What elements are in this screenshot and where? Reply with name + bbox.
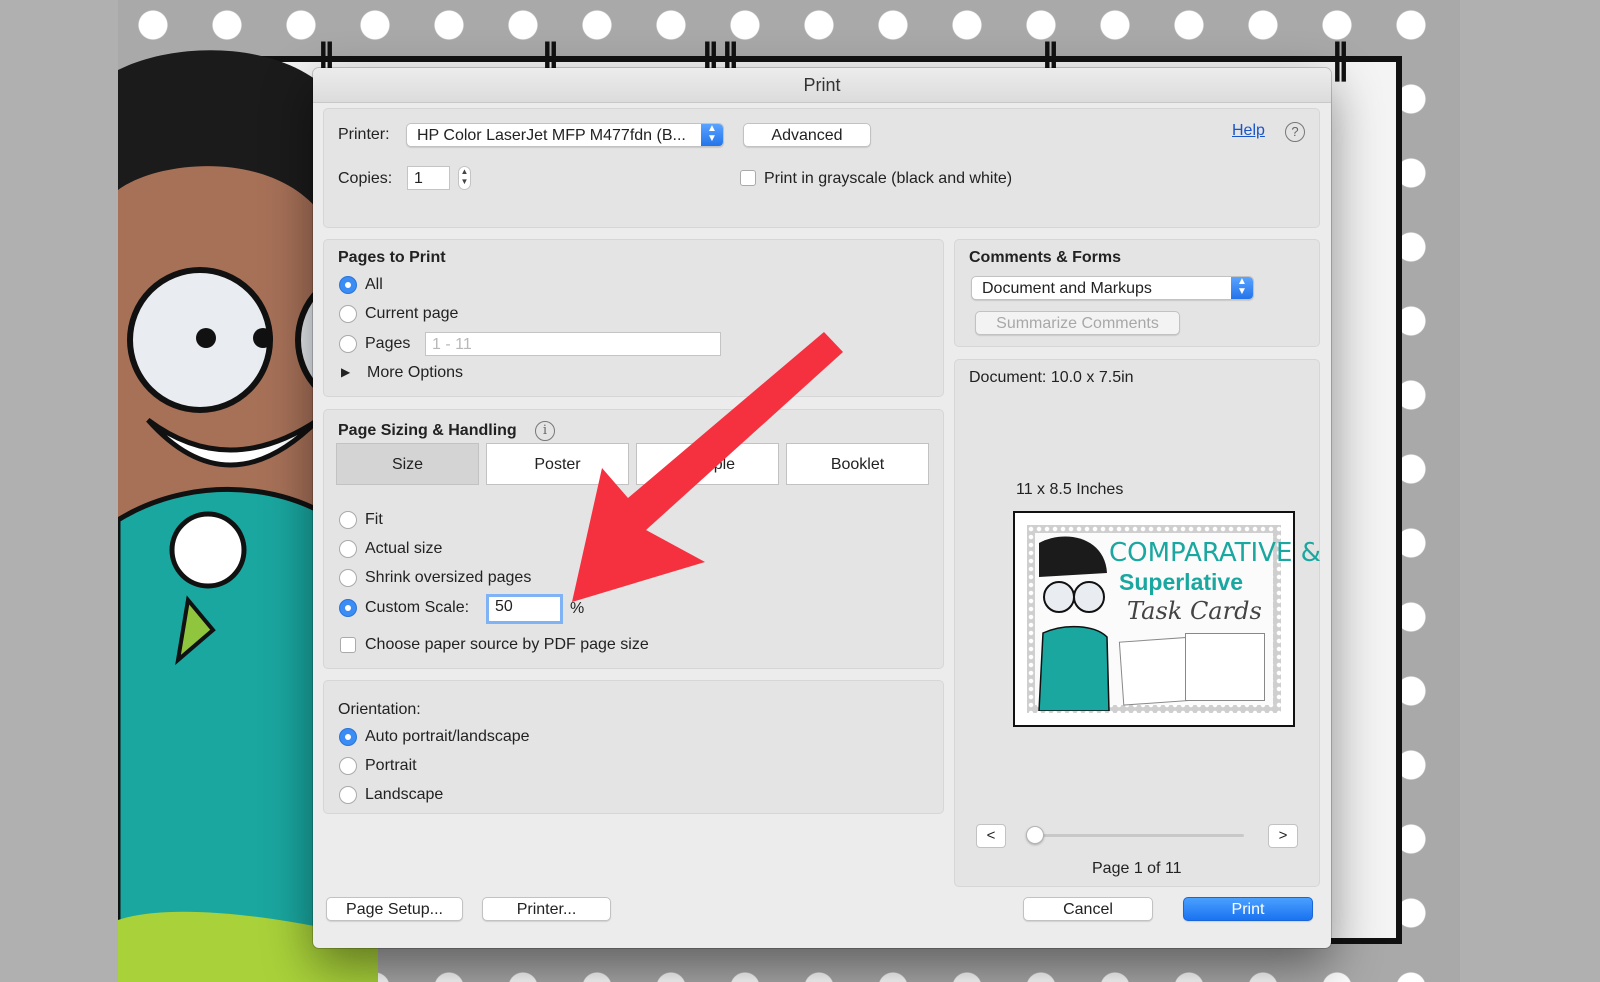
auto-orientation-label: Auto portrait/landscape	[365, 728, 530, 745]
shrink-oversized-radio[interactable]	[339, 569, 357, 587]
window-background-right	[1460, 0, 1600, 982]
auto-orientation-radio[interactable]	[339, 728, 357, 746]
grayscale-label: Print in grayscale (black and white)	[764, 170, 1013, 187]
page-slider-track[interactable]	[1034, 834, 1244, 837]
pages-range-input[interactable]: 1 - 11	[425, 332, 721, 356]
chevron-updown-icon: ▲ ▼	[1231, 277, 1253, 299]
thumbnail-subtitle: Superlative	[1119, 569, 1243, 595]
grayscale-checkbox[interactable]	[740, 170, 756, 186]
disclosure-triangle-icon[interactable]: ▶	[341, 365, 350, 379]
thumbnail-script-text: Task Cards	[1127, 597, 1262, 625]
summarize-comments-button[interactable]: Summarize Comments	[975, 311, 1180, 335]
thumbnail-girl-illustration	[1038, 536, 1110, 711]
pages-current-label: Current page	[365, 305, 459, 322]
actual-size-label: Actual size	[365, 540, 443, 557]
pages-all-radio[interactable]	[339, 276, 357, 294]
shrink-oversized-label: Shrink oversized pages	[365, 569, 532, 586]
scale-percent-unit: %	[570, 600, 585, 617]
orientation-title: Orientation:	[338, 701, 421, 718]
cancel-button[interactable]: Cancel	[1023, 897, 1153, 921]
pages-range-radio[interactable]	[339, 335, 357, 353]
paper-source-checkbox[interactable]	[340, 637, 356, 653]
info-icon[interactable]: i	[535, 421, 555, 441]
previous-page-button[interactable]: <	[976, 824, 1006, 848]
help-link[interactable]: Help	[1232, 122, 1265, 140]
page-preview-thumbnail: COMPARATIVE & Superlative Task Cards	[1013, 511, 1321, 727]
copies-label: Copies:	[338, 170, 393, 187]
more-options-toggle[interactable]: More Options	[367, 364, 463, 382]
paper-size-label: 11 x 8.5 Inches	[1016, 481, 1124, 498]
page-indicator: Page 1 of 11	[1092, 860, 1182, 877]
comments-forms-value: Document and Markups	[982, 280, 1152, 297]
fit-radio[interactable]	[339, 511, 357, 529]
copies-input[interactable]: 1	[407, 166, 450, 190]
thumbnail-title: COMPARATIVE &	[1109, 538, 1321, 568]
page-slider-knob[interactable]	[1026, 826, 1044, 844]
next-page-button[interactable]: >	[1268, 824, 1298, 848]
tab-multiple[interactable]: Multiple	[636, 443, 779, 485]
actual-size-radio[interactable]	[339, 540, 357, 558]
comments-forms-select[interactable]: Document and Markups ▲ ▼	[971, 276, 1254, 300]
pages-all-label: All	[365, 276, 383, 293]
copies-stepper[interactable]: ▲ ▼	[458, 166, 471, 190]
dialog-title: Print	[313, 68, 1331, 103]
tab-poster[interactable]: Poster	[486, 443, 629, 485]
printer-select-value: HP Color LaserJet MFP M477fdn (B...	[417, 127, 686, 144]
thumbnail-dotted-border: COMPARATIVE & Superlative Task Cards	[1027, 525, 1321, 713]
pages-to-print-title: Pages to Print	[338, 249, 446, 266]
tab-booklet[interactable]: Booklet	[786, 443, 929, 485]
portrait-label: Portrait	[365, 757, 417, 774]
fit-label: Fit	[365, 511, 383, 528]
advanced-button[interactable]: Advanced	[743, 123, 871, 147]
document-size-label: Document: 10.0 x 7.5in	[969, 369, 1134, 386]
comments-forms-title: Comments & Forms	[969, 249, 1122, 266]
window-background-left	[0, 0, 118, 982]
page-sizing-title: Page Sizing & Handling	[338, 422, 517, 439]
help-icon[interactable]: ?	[1285, 122, 1305, 142]
printer-button[interactable]: Printer...	[482, 897, 611, 921]
thumbnail-card: COMPARATIVE & Superlative Task Cards	[1035, 533, 1321, 711]
tab-size[interactable]: Size	[336, 443, 479, 485]
pages-range-label: Pages	[365, 335, 411, 352]
thumbnail-mini-card	[1185, 633, 1265, 701]
chevron-updown-icon: ▲ ▼	[701, 124, 723, 146]
custom-scale-input[interactable]: 50	[486, 594, 563, 624]
printer-select[interactable]: HP Color LaserJet MFP M477fdn (B... ▲ ▼	[406, 123, 724, 147]
custom-scale-label: Custom Scale:	[365, 599, 470, 616]
paper-source-label: Choose paper source by PDF page size	[365, 636, 649, 653]
landscape-radio[interactable]	[339, 786, 357, 804]
page-setup-button[interactable]: Page Setup...	[326, 897, 463, 921]
printer-label: Printer:	[338, 126, 390, 143]
frame-stitch-decoration: ‖	[1330, 36, 1350, 82]
custom-scale-radio[interactable]	[339, 599, 357, 617]
portrait-radio[interactable]	[339, 757, 357, 775]
pages-current-radio[interactable]	[339, 305, 357, 323]
print-button[interactable]: Print	[1183, 897, 1313, 921]
landscape-label: Landscape	[365, 786, 444, 803]
